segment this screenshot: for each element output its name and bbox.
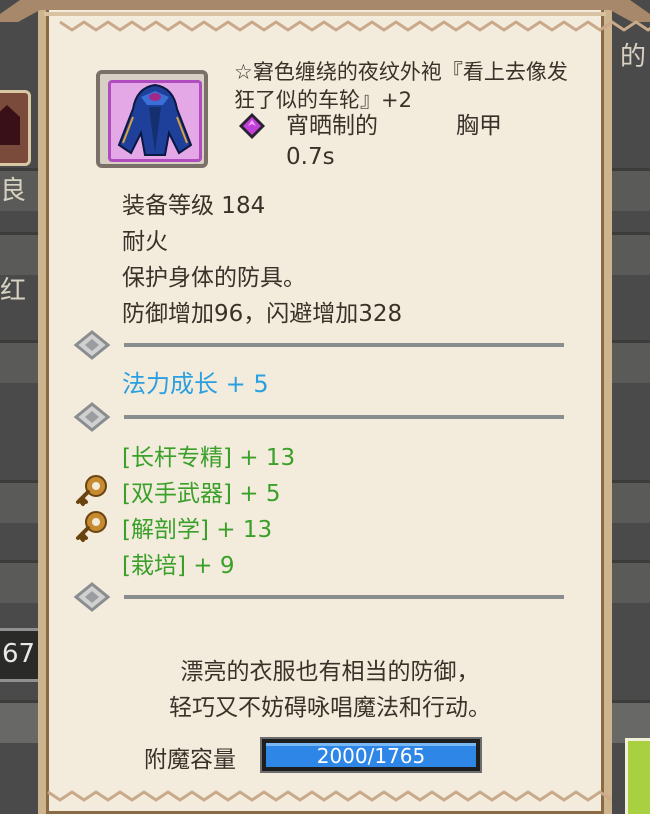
robe-icon [117, 83, 193, 156]
flavor-text-line: 漂亮的衣服也有相当的防御， [180, 659, 480, 685]
skill-bonus: [双手武器] + 5 [122, 481, 281, 507]
bg-side-char: 红 [0, 276, 27, 306]
flavor-text-line: 轻巧又不妨碍咏唱魔法和行动。 [169, 695, 491, 721]
item-slot: 胸甲 [456, 113, 502, 139]
enchant-value: 2000/1765 [316, 744, 426, 768]
diamond-icon [73, 402, 111, 432]
house-icon [0, 105, 20, 145]
green-side-button[interactable] [625, 738, 650, 814]
skill-bonus: [栽培] + 9 [122, 553, 235, 579]
tooltip-bottom-border [47, 790, 612, 802]
left-counter-text: 67 [2, 639, 36, 669]
skill-bonus: [长杆专精] + 13 [122, 445, 296, 471]
resist-text: 耐火 [122, 229, 168, 255]
diamond-icon [73, 582, 111, 612]
item-portrait [96, 70, 208, 168]
item-description-short: 保护身体的防具。 [122, 265, 306, 291]
item-cast-time: 0.7s [286, 144, 335, 170]
defense-stats: 防御增加96，闪避增加328 [122, 301, 403, 327]
enchant-label: 附魔容量 [144, 747, 236, 773]
bg-side-char: 的 [620, 42, 647, 72]
left-side-tab[interactable] [0, 90, 31, 166]
purple-gem-icon [239, 113, 265, 139]
key-icon [76, 475, 107, 506]
bg-side-char: 良 [0, 176, 27, 206]
mana-growth: 法力成长 + 5 [122, 370, 269, 398]
section-divider [72, 402, 566, 432]
tooltip-top-border [0, 0, 650, 32]
left-counter-box: 67 [0, 628, 43, 682]
diamond-icon [73, 330, 111, 360]
enchant-capacity-bar: 2000/1765 [260, 737, 482, 773]
key-icon [76, 511, 107, 542]
section-divider [72, 330, 566, 360]
item-subtype: 宵晒制的 [286, 113, 378, 139]
item-name: ☆窘色缠绕的夜纹外袍『看上去像发狂了似的车轮』+2 [234, 60, 568, 112]
skill-bonus: [解剖学] + 13 [122, 517, 273, 543]
equip-level: 装备等级 184 [122, 193, 266, 219]
section-divider [72, 582, 566, 612]
